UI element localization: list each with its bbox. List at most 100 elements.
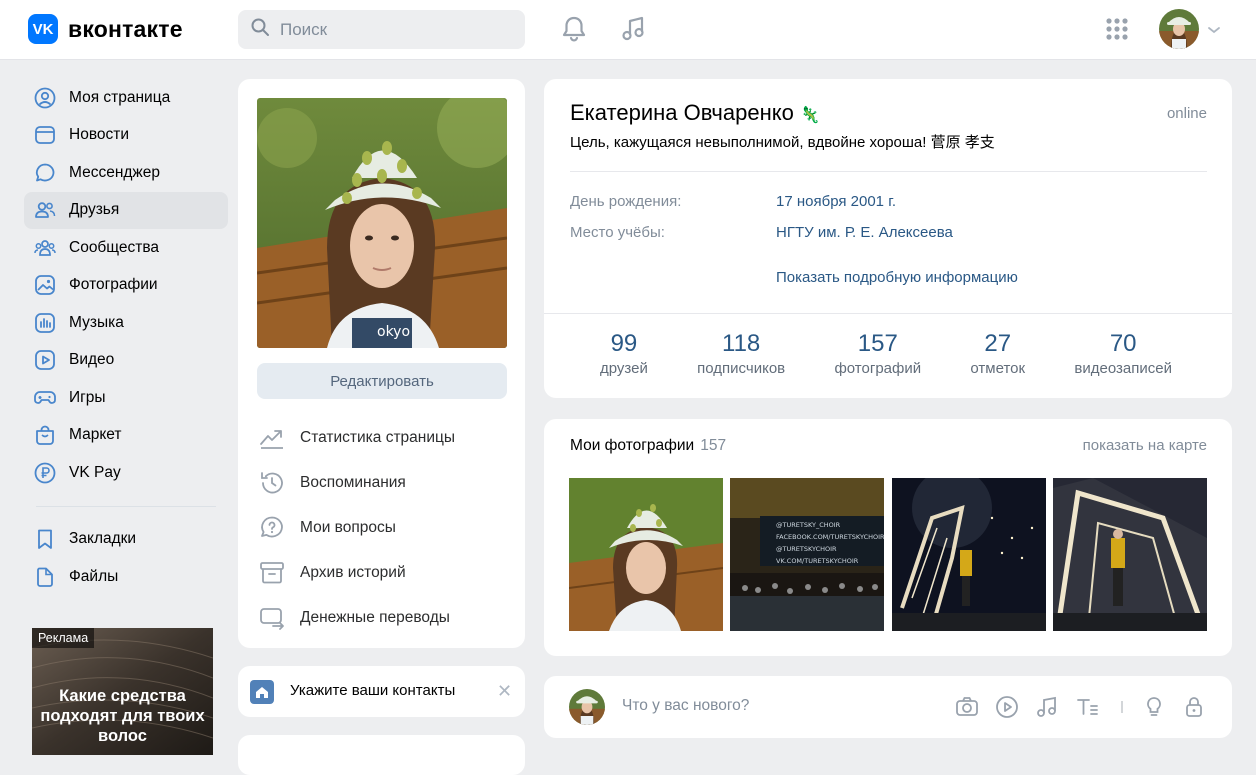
photos-title[interactable]: Мои фотографии 157	[570, 437, 726, 455]
music-note-icon[interactable]	[1034, 694, 1060, 720]
profile-menu-archive[interactable]: Архив историй	[257, 550, 507, 595]
bookmark-icon	[34, 528, 56, 550]
sidebar-item-file[interactable]: Файлы	[24, 558, 228, 596]
sidebar-item-label: Мессенджер	[69, 163, 161, 181]
sidebar-item-label: Закладки	[69, 530, 137, 548]
birthday-row: День рождения: 17 ноября 2001 г.	[570, 193, 896, 210]
sidebar-item-news[interactable]: Новости	[24, 117, 228, 155]
show-on-map-link[interactable]: показать на карте	[1083, 437, 1207, 454]
sidebar-item-music[interactable]: Музыка	[24, 304, 228, 342]
profile-photo[interactable]: okyo	[257, 98, 507, 348]
photo-thumbnail[interactable]	[569, 478, 723, 631]
counter-3[interactable]: 27 отметок	[970, 330, 1025, 377]
bell-icon[interactable]	[559, 14, 589, 44]
profile-menu-label: Статистика страницы	[300, 428, 456, 446]
ad-tag: Реклама	[32, 628, 95, 648]
apps-grid-icon[interactable]	[1102, 14, 1132, 44]
camera-icon[interactable]	[954, 694, 980, 720]
contacts-prompt-card[interactable]: Укажите ваши контакты ✕	[238, 666, 525, 717]
photos-count: 157	[700, 437, 727, 454]
market-icon	[34, 424, 56, 446]
counter-0[interactable]: 99 друзей	[600, 330, 648, 377]
archive-icon	[257, 560, 287, 586]
new-post-input[interactable]	[620, 696, 924, 716]
profile-menu-stats[interactable]: Статистика страницы	[257, 415, 507, 460]
toolbar-divider	[1109, 694, 1135, 720]
friends-icon	[34, 199, 56, 221]
search-box[interactable]	[238, 10, 525, 49]
sidebar-item-market[interactable]: Маркет	[24, 417, 228, 455]
profile-menu-label: Воспоминания	[300, 473, 406, 491]
stats-icon	[257, 425, 287, 451]
divider	[570, 171, 1207, 172]
birthday-value[interactable]: 17 ноября 2001 г.	[776, 193, 896, 210]
close-icon[interactable]: ✕	[497, 681, 512, 702]
profile-menu-history[interactable]: Воспоминания	[257, 460, 507, 505]
photo-thumbnail[interactable]	[1053, 478, 1207, 631]
sidebar-item-label: Сообщества	[69, 238, 160, 256]
study-value[interactable]: НГТУ им. Р. Е. Алексеева	[776, 224, 953, 241]
counter-4[interactable]: 70 видеозаписей	[1074, 330, 1172, 377]
sidebar-item-message[interactable]: Мессенджер	[24, 154, 228, 192]
sidebar-item-friends[interactable]: Друзья	[24, 191, 228, 229]
sidebar-item-video[interactable]: Видео	[24, 342, 228, 380]
music-icon	[34, 312, 56, 334]
profile-info-card: Екатерина Овчаренко 🦎 online Цель, кажущ…	[544, 79, 1232, 398]
photo-icon	[34, 274, 56, 296]
counter-label: видеозаписей	[1074, 360, 1172, 377]
sidebar-item-communities[interactable]: Сообщества	[24, 229, 228, 267]
sidebar-item-user-circle[interactable]: Моя страница	[24, 79, 228, 117]
counter-value: 70	[1109, 330, 1137, 357]
lock-icon[interactable]	[1181, 694, 1207, 720]
gamepad-icon	[34, 387, 56, 409]
idea-icon[interactable]	[1141, 694, 1167, 720]
sidebar-item-label: Файлы	[69, 567, 119, 585]
show-details-link[interactable]: Показать подробную информацию	[776, 269, 1018, 286]
counter-label: подписчиков	[697, 360, 786, 377]
user-avatar[interactable]	[1159, 9, 1199, 49]
sidebar-item-bookmark[interactable]: Закладки	[24, 521, 228, 559]
online-status: online	[1166, 105, 1207, 122]
sidebar-item-gamepad[interactable]: Игры	[24, 379, 228, 417]
chevron-down-icon[interactable]	[1207, 22, 1221, 40]
sidebar-item-label: Моя страница	[69, 88, 171, 106]
counter-label: друзей	[600, 360, 648, 377]
vk-logo-mark: VK	[28, 14, 58, 44]
profile-menu-money-transfer[interactable]: Денежные переводы	[257, 595, 507, 640]
photo-thumbnail[interactable]: @TURETSKY_CHOIR FACEBOOK.COM/TURETSKYCHO…	[730, 478, 884, 631]
sidebar-divider	[36, 505, 216, 507]
concert-caption-3: @TURETSKYCHOIR	[776, 545, 837, 553]
profile-menu-label: Мои вопросы	[300, 518, 396, 536]
left-sidebar: Моя страница Новости Мессенджер Друзья Сообщ…	[24, 79, 228, 596]
sidebar-item-vkpay[interactable]: VK Pay	[24, 454, 228, 492]
sidebar-item-label: Новости	[69, 126, 130, 144]
edit-profile-button[interactable]: Редактировать	[257, 363, 507, 399]
ad-text: Какие средства подходят для твоих волос	[40, 687, 205, 745]
svg-text:okyo: okyo	[377, 324, 410, 340]
text-format-icon[interactable]	[1074, 694, 1100, 720]
profile-status[interactable]: Цель, кажущаяся невыполнимой, вдвойне хо…	[570, 131, 995, 152]
video-play-icon[interactable]	[994, 694, 1020, 720]
vk-logo[interactable]: VK вконтакте	[28, 14, 183, 44]
ad-banner[interactable]: Реклама Какие средства подходят для твои…	[32, 628, 213, 755]
concert-caption-1: @TURETSKY_CHOIR	[776, 521, 841, 529]
counter-1[interactable]: 118 подписчиков	[697, 330, 785, 377]
search-input[interactable]	[278, 18, 502, 41]
user-circle-icon	[34, 87, 56, 109]
profile-menu-question[interactable]: Мои вопросы	[257, 505, 507, 550]
profile-emoji: 🦎	[799, 107, 820, 124]
history-icon	[257, 470, 287, 496]
sidebar-item-label: Видео	[69, 351, 115, 369]
study-label: Место учёбы:	[570, 224, 665, 241]
contacts-prompt-text: Укажите ваши контакты	[290, 682, 456, 699]
music-icon[interactable]	[618, 14, 648, 44]
sidebar-item-photo[interactable]: Фотографии	[24, 267, 228, 305]
divider	[544, 313, 1232, 314]
photo-thumbnail[interactable]	[892, 478, 1046, 631]
counter-2[interactable]: 157 фотографий	[834, 330, 921, 377]
sidebar-item-label: Музыка	[69, 313, 124, 331]
home-icon	[250, 680, 274, 704]
vkpay-icon	[34, 462, 56, 484]
profile-counters: 99 друзей 118 подписчиков 157 фотографий 27 отм…	[570, 330, 1207, 377]
profile-name: Екатерина Овчаренко 🦎	[570, 100, 820, 126]
